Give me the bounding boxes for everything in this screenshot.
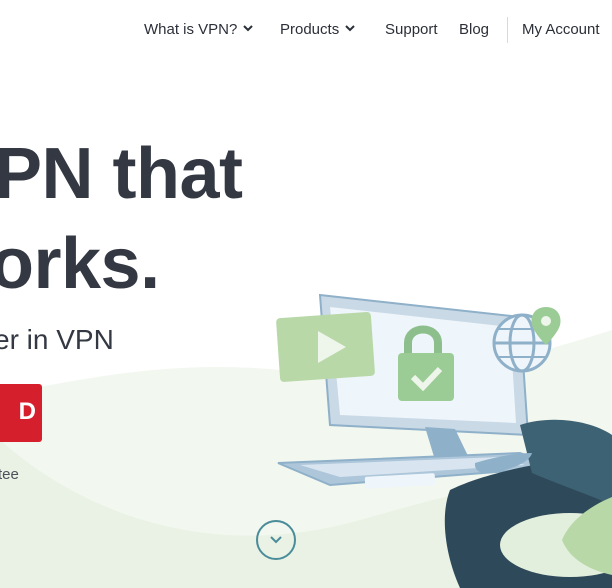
nav-what-is-vpn-label: What is VPN?	[144, 21, 238, 38]
nav-my-account[interactable]: My Account	[522, 21, 600, 38]
nav-support[interactable]: Support	[385, 21, 438, 38]
nav-divider	[507, 17, 508, 43]
nav-what-is-vpn[interactable]: What is VPN?	[144, 21, 254, 38]
money-back-guarantee-text: tee	[0, 466, 19, 483]
scroll-down-button[interactable]	[256, 520, 296, 560]
person-figure	[444, 419, 612, 588]
hero-subtitle: er in VPN	[0, 324, 114, 355]
top-navigation: What is VPN? Products Support Blog My Ac…	[0, 0, 612, 62]
get-vpn-button-label: D	[18, 398, 36, 425]
nav-products[interactable]: Products	[280, 21, 355, 38]
get-vpn-button[interactable]: D	[0, 384, 42, 442]
hero-title-line-2: orks.	[0, 224, 160, 304]
hero-title-line-1: PN that	[0, 134, 243, 214]
chevron-down-icon	[270, 536, 282, 544]
chevron-down-icon	[345, 25, 355, 32]
play-icon	[276, 311, 375, 382]
vpn-laptop-illustration	[276, 293, 612, 588]
chevron-down-icon	[243, 25, 254, 32]
nav-products-label: Products	[280, 21, 340, 38]
nav-blog[interactable]: Blog	[459, 21, 489, 38]
